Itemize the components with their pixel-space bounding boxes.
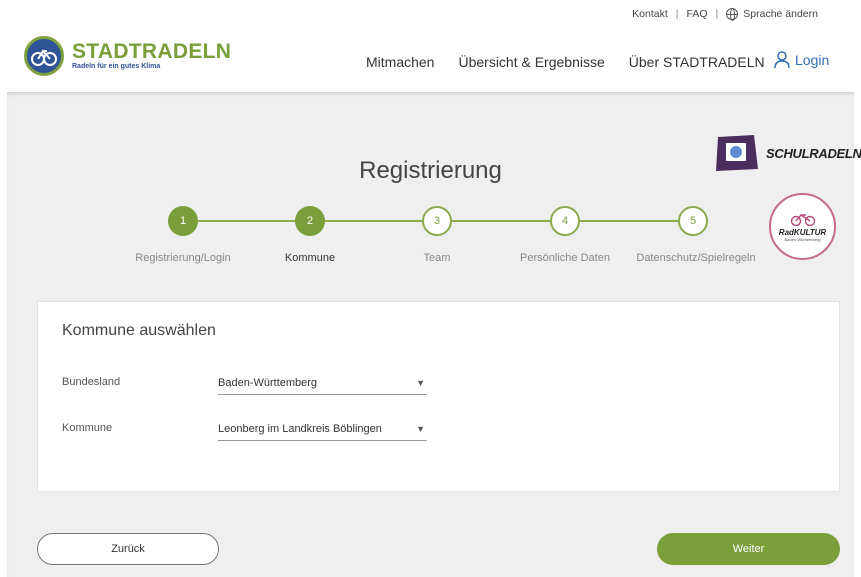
step-1-circle: 1 [168,206,198,236]
bundesland-label: Bundesland [62,376,121,388]
radkultur-logo: RadKULTUR Baden-Württemberg [769,193,836,260]
step-5-circle: 5 [678,206,708,236]
kommune-select[interactable]: Leonberg im Landkreis Böblingen ▼ [218,421,427,441]
step-4-circle: 4 [550,206,580,236]
radkultur-text: RadKULTUR [778,227,827,237]
bundesland-value: Baden-Württemberg [218,377,318,389]
dropdown-arrow-icon: ▼ [416,424,425,434]
step-4-label: Persönliche Daten [520,252,610,264]
back-button[interactable]: Zurück [37,533,219,565]
step-2-label: Kommune [284,252,336,264]
step-5-label: Datenschutz/Spielregeln [636,252,756,264]
radkultur-subtext: Baden-Württemberg [784,236,821,242]
step-2-circle: 2 [295,206,325,236]
kommune-value: Leonberg im Landkreis Böblingen [218,423,382,435]
next-button[interactable]: Weiter [657,533,840,565]
registration-stepper: 1 2 3 4 5 Registrierung/Login Kommune Te… [0,0,861,300]
step-3-label: Team [423,252,451,264]
step-3-circle: 3 [422,206,452,236]
card-heading: Kommune auswählen [62,322,216,339]
bicycle-icon [790,213,815,226]
kommune-label: Kommune [62,422,113,434]
step-1-label: Registrierung/Login [135,252,231,264]
kommune-card: Kommune auswählen Bundesland Baden-Württ… [37,301,840,492]
dropdown-arrow-icon: ▼ [416,378,425,388]
bundesland-select[interactable]: Baden-Württemberg ▼ [218,375,427,395]
